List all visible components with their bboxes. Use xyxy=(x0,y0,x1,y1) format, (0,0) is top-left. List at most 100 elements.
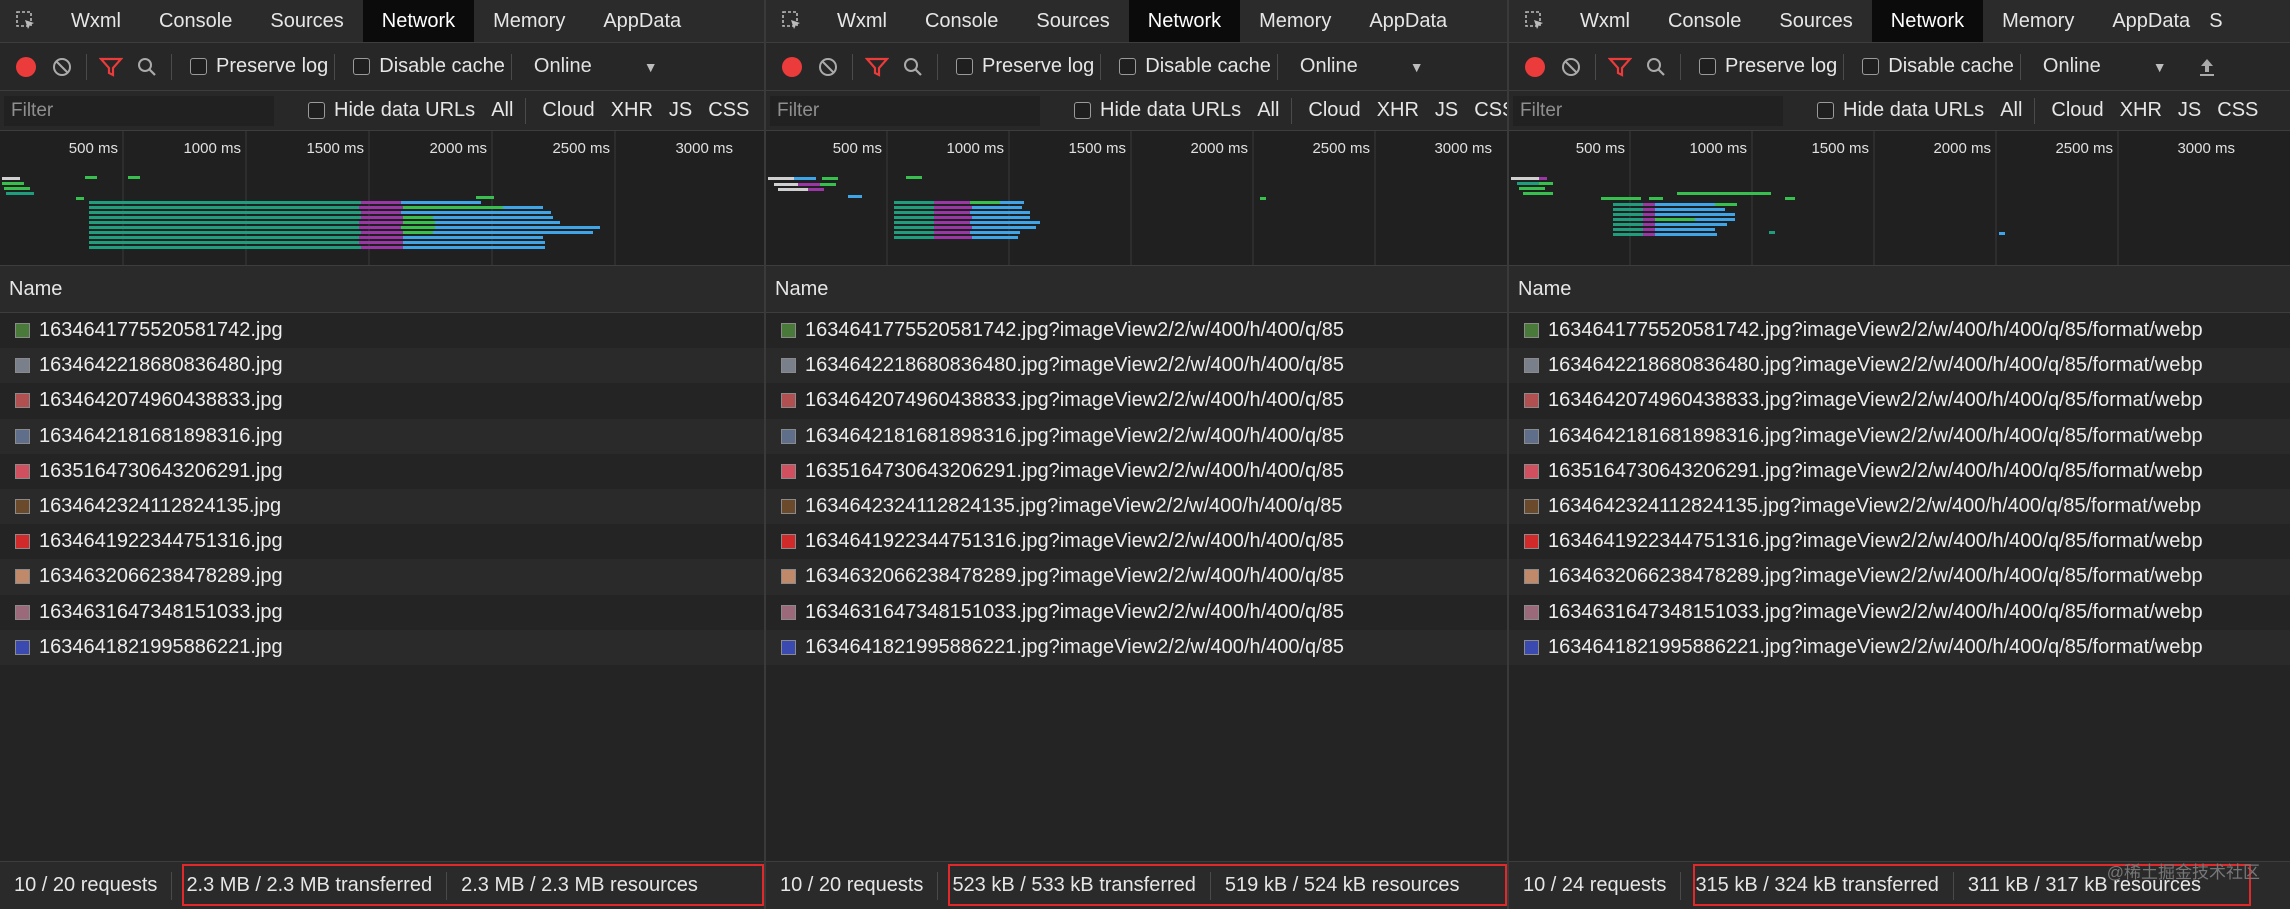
request-row[interactable]: 1634632066238478289.jpg?imageView2/2/w/4… xyxy=(1509,559,2290,595)
filter-type-cloud[interactable]: Cloud xyxy=(542,99,594,122)
request-row[interactable]: 1634642218680836480.jpg xyxy=(0,348,764,384)
hide-data-urls-checkbox[interactable]: Hide data URLs xyxy=(1817,99,1984,122)
tab-appdata[interactable]: AppData xyxy=(2093,0,2209,42)
hide-data-urls-checkbox[interactable]: Hide data URLs xyxy=(1074,99,1241,122)
column-header-name[interactable]: Name xyxy=(766,266,1507,313)
network-timeline-overview[interactable]: 500 ms 1000 ms 1500 ms 2000 ms 2500 ms 3… xyxy=(1509,131,2290,266)
search-button[interactable] xyxy=(1638,43,1674,90)
tab-sources[interactable]: Sources xyxy=(251,0,362,42)
request-row[interactable]: 1634642324112824135.jpg?imageView2/2/w/4… xyxy=(1509,488,2290,525)
disable-cache-checkbox[interactable]: Disable cache xyxy=(1862,55,2014,78)
preserve-log-checkbox[interactable]: Preserve log xyxy=(190,55,328,78)
hide-data-urls-checkbox[interactable]: Hide data URLs xyxy=(308,99,475,122)
filter-type-xhr[interactable]: XHR xyxy=(611,99,653,122)
filter-type-all[interactable]: All xyxy=(2000,99,2022,122)
inspect-element-icon[interactable] xyxy=(766,0,818,42)
request-row[interactable]: 1634631647348151033.jpg?imageView2/2/w/4… xyxy=(766,595,1507,630)
clear-button[interactable] xyxy=(810,43,846,90)
request-row[interactable]: 1634631647348151033.jpg xyxy=(0,595,764,630)
request-row[interactable]: 1634641922344751316.jpg xyxy=(0,524,764,559)
tab-memory[interactable]: Memory xyxy=(474,0,584,42)
request-row[interactable]: 1634641922344751316.jpg?imageView2/2/w/4… xyxy=(766,524,1507,559)
filter-type-all[interactable]: All xyxy=(491,99,513,122)
filter-type-xhr[interactable]: XHR xyxy=(1377,99,1419,122)
filter-input[interactable]: Filter xyxy=(4,95,274,126)
tab-wxml[interactable]: Wxml xyxy=(818,0,906,42)
tab-memory[interactable]: Memory xyxy=(1240,0,1350,42)
tab-wxml[interactable]: Wxml xyxy=(1561,0,1649,42)
search-button[interactable] xyxy=(129,43,165,90)
request-row[interactable]: 1634642074960438833.jpg?imageView2/2/w/4… xyxy=(766,383,1507,418)
tab-memory[interactable]: Memory xyxy=(1983,0,2093,42)
request-row[interactable]: 1634632066238478289.jpg?imageView2/2/w/4… xyxy=(766,559,1507,595)
filter-type-css[interactable]: CSS xyxy=(1474,99,1507,122)
filter-input[interactable]: Filter xyxy=(1513,95,1783,126)
filter-type-js[interactable]: JS xyxy=(669,99,692,122)
request-row[interactable]: 1635164730643206291.jpg?imageView2/2/w/4… xyxy=(1509,454,2290,489)
tab-network[interactable]: Network xyxy=(362,0,475,42)
inspect-element-icon[interactable] xyxy=(0,0,52,42)
request-row[interactable]: 1634642218680836480.jpg?imageView2/2/w/4… xyxy=(766,348,1507,384)
tab-appdata[interactable]: AppData xyxy=(584,0,700,42)
filter-type-css[interactable]: CSS xyxy=(2217,99,2258,122)
disable-cache-checkbox[interactable]: Disable cache xyxy=(353,55,505,78)
preserve-log-checkbox[interactable]: Preserve log xyxy=(956,55,1094,78)
throttle-select[interactable]: Online ▼ xyxy=(2043,55,2167,78)
search-button[interactable] xyxy=(895,43,931,90)
network-timeline-overview[interactable]: 500 ms 1000 ms 1500 ms 2000 ms 2500 ms 3… xyxy=(0,131,764,266)
tab-console[interactable]: Console xyxy=(1649,0,1760,42)
tab-network[interactable]: Network xyxy=(1128,0,1241,42)
filter-type-js[interactable]: JS xyxy=(2178,99,2201,122)
disable-cache-checkbox[interactable]: Disable cache xyxy=(1119,55,1271,78)
request-row[interactable]: 1634641821995886221.jpg?imageView2/2/w/4… xyxy=(766,629,1507,665)
request-row[interactable]: 1635164730643206291.jpg xyxy=(0,454,764,489)
network-timeline-overview[interactable]: 500 ms 1000 ms 1500 ms 2000 ms 2500 ms 3… xyxy=(766,131,1507,266)
column-header-name[interactable]: Name xyxy=(1509,266,2290,313)
request-row[interactable]: 1634642324112824135.jpg xyxy=(0,488,764,525)
request-row[interactable]: 1634641775520581742.jpg?imageView2/2/w/4… xyxy=(1509,313,2290,348)
tab-sources[interactable]: Sources xyxy=(1760,0,1871,42)
record-button[interactable] xyxy=(8,43,44,90)
filter-button[interactable] xyxy=(859,43,895,90)
record-button[interactable] xyxy=(774,43,810,90)
request-row[interactable]: 1634642324112824135.jpg?imageView2/2/w/4… xyxy=(766,488,1507,525)
tab-overflow[interactable]: S xyxy=(2209,0,2241,42)
filter-button[interactable] xyxy=(93,43,129,90)
request-row[interactable]: 1634642181681898316.jpg xyxy=(0,418,764,454)
request-row[interactable]: 1634642218680836480.jpg?imageView2/2/w/4… xyxy=(1509,348,2290,384)
tab-appdata[interactable]: AppData xyxy=(1350,0,1466,42)
filter-type-cloud[interactable]: Cloud xyxy=(2051,99,2103,122)
tab-sources[interactable]: Sources xyxy=(1017,0,1128,42)
inspect-element-icon[interactable] xyxy=(1509,0,1561,42)
clear-button[interactable] xyxy=(1553,43,1589,90)
request-row[interactable]: 1634632066238478289.jpg xyxy=(0,559,764,595)
tab-network[interactable]: Network xyxy=(1871,0,1984,42)
filter-button[interactable] xyxy=(1602,43,1638,90)
filter-type-js[interactable]: JS xyxy=(1435,99,1458,122)
filter-input[interactable]: Filter xyxy=(770,95,1040,126)
request-row[interactable]: 1634642181681898316.jpg?imageView2/2/w/4… xyxy=(766,418,1507,454)
request-row[interactable]: 1634642074960438833.jpg?imageView2/2/w/4… xyxy=(1509,383,2290,418)
tab-wxml[interactable]: Wxml xyxy=(52,0,140,42)
request-row[interactable]: 1634642181681898316.jpg?imageView2/2/w/4… xyxy=(1509,418,2290,454)
tab-console[interactable]: Console xyxy=(140,0,251,42)
request-row[interactable]: 1634641922344751316.jpg?imageView2/2/w/4… xyxy=(1509,524,2290,559)
import-har-button[interactable] xyxy=(2189,43,2225,90)
clear-button[interactable] xyxy=(44,43,80,90)
request-row[interactable]: 1634641821995886221.jpg xyxy=(0,629,764,665)
request-row[interactable]: 1634641821995886221.jpg?imageView2/2/w/4… xyxy=(1509,629,2290,665)
filter-type-cloud[interactable]: Cloud xyxy=(1308,99,1360,122)
request-row[interactable]: 1634641775520581742.jpg?imageView2/2/w/4… xyxy=(766,313,1507,348)
filter-type-all[interactable]: All xyxy=(1257,99,1279,122)
preserve-log-checkbox[interactable]: Preserve log xyxy=(1699,55,1837,78)
record-button[interactable] xyxy=(1517,43,1553,90)
throttle-select[interactable]: Online ▼ xyxy=(534,55,658,78)
filter-type-xhr[interactable]: XHR xyxy=(2120,99,2162,122)
request-row[interactable]: 1634631647348151033.jpg?imageView2/2/w/4… xyxy=(1509,595,2290,630)
request-row[interactable]: 1634641775520581742.jpg xyxy=(0,313,764,348)
column-header-name[interactable]: Name xyxy=(0,266,764,313)
tab-console[interactable]: Console xyxy=(906,0,1017,42)
request-row[interactable]: 1635164730643206291.jpg?imageView2/2/w/4… xyxy=(766,454,1507,489)
filter-type-css[interactable]: CSS xyxy=(708,99,749,122)
request-row[interactable]: 1634642074960438833.jpg xyxy=(0,383,764,418)
